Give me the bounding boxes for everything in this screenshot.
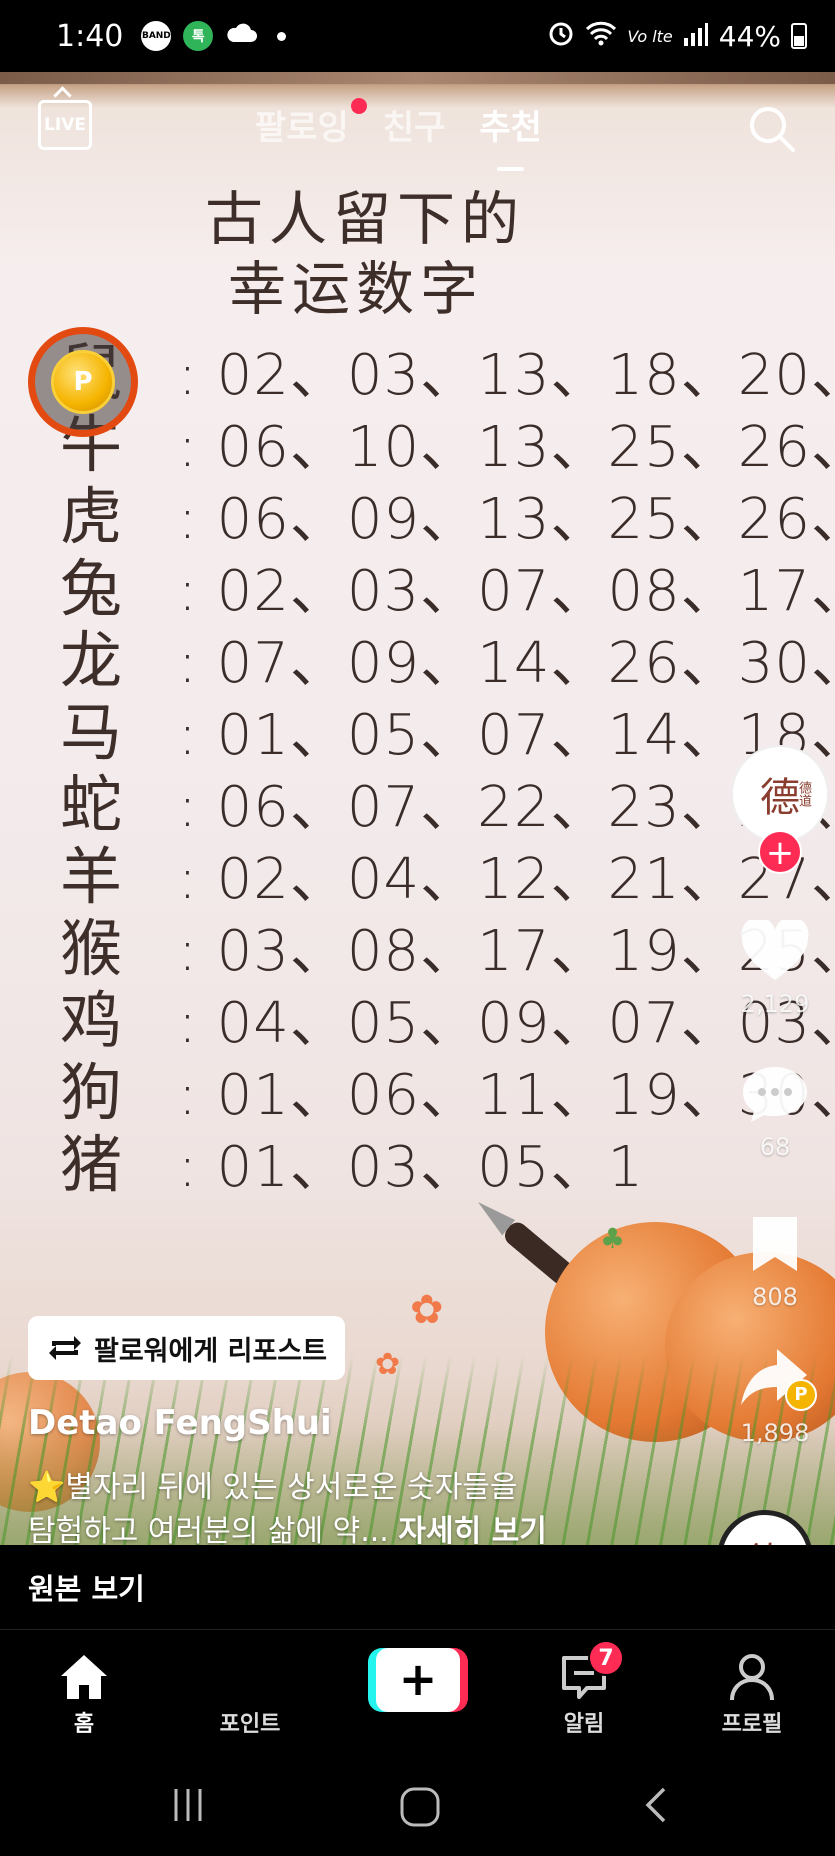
back-icon[interactable] (640, 1785, 670, 1825)
nav-profile[interactable]: 프로필 (692, 1644, 812, 1738)
battery-percent: 44% (718, 19, 781, 53)
share-count: 1,898 (740, 1419, 810, 1447)
create-button[interactable]: + (368, 1648, 468, 1712)
tab-friends[interactable]: 친구 (383, 100, 446, 149)
post-caption: ⭐별자리 뒤에 있는 상서로운 숫자들을 탐험하고 여러분의 삶에 약... 자… (28, 1470, 547, 1549)
kakaotalk-notification-icon: 톡 (183, 21, 214, 51)
points-badge-icon: P (785, 1379, 817, 1411)
inbox-badge: 7 (588, 1640, 624, 1676)
clover-decoration: ♣ (600, 1222, 626, 1255)
author-name[interactable]: Detao FengShui (28, 1403, 332, 1443)
feed-tabs: 팔로잉 친구 추천 (255, 98, 542, 171)
bookmark-icon (753, 1217, 797, 1271)
repost-icon (49, 1336, 81, 1360)
wifi-icon (585, 20, 617, 53)
comment-button[interactable]: 68 (715, 1063, 835, 1161)
bottom-nav: 홈 포인트 + 7 알림 프로필 (0, 1630, 835, 1755)
band-notification-icon: BAND (141, 21, 172, 51)
status-bar: 1:40 BAND 톡 Vo lte 44% (0, 0, 835, 72)
search-icon[interactable] (747, 104, 797, 154)
video-title-line2: 幸运数字 (228, 255, 485, 323)
view-original-bar[interactable]: 원본 보기 (0, 1545, 835, 1630)
more-notifications-dot (277, 31, 287, 41)
heart-icon (741, 917, 809, 980)
cloud-notification-icon (225, 20, 259, 53)
share-button[interactable]: P 1,898 (715, 1345, 835, 1447)
points-coin-button[interactable]: P (28, 327, 138, 437)
volte-label: Vo lte (627, 26, 673, 46)
like-button[interactable]: 2,129 (715, 917, 835, 1018)
comment-count: 68 (759, 1133, 791, 1161)
repost-to-followers-button[interactable]: 팔로워에게 리포스트 (28, 1316, 345, 1380)
battery-icon (791, 23, 807, 49)
zodiac-row: 猪: 01、03、05、1 (60, 1128, 645, 1201)
status-time: 1:40 (56, 18, 124, 54)
bookmark-count: 808 (752, 1283, 798, 1311)
new-content-dot (350, 98, 367, 114)
tab-following[interactable]: 팔로잉 (255, 98, 367, 149)
profile-icon (730, 1654, 774, 1701)
alarm-icon (547, 19, 575, 54)
home-icon (61, 1655, 107, 1699)
tab-for-you[interactable]: 추천 (479, 100, 542, 171)
system-nav-bar (0, 1755, 835, 1856)
comment-icon (743, 1067, 807, 1122)
bookmark-button[interactable]: 808 (715, 1213, 835, 1311)
nav-points[interactable]: 포인트 (190, 1644, 310, 1738)
plus-icon: + (376, 1648, 460, 1712)
like-count: 2,129 (740, 990, 810, 1018)
flower-decoration: ✿ (410, 1287, 444, 1333)
coin-icon: P (51, 350, 115, 414)
creator-avatar[interactable]: 德 德道 (731, 745, 829, 843)
nav-inbox[interactable]: 7 알림 (524, 1640, 644, 1738)
see-more-link[interactable]: 자세히 보기 (398, 1514, 546, 1549)
signal-icon (683, 20, 709, 53)
live-button[interactable]: LIVE (38, 100, 92, 150)
home-system-icon[interactable] (398, 1785, 442, 1829)
recent-apps-icon[interactable] (168, 1785, 208, 1825)
follow-button[interactable]: + (758, 830, 802, 874)
nav-home[interactable]: 홈 (24, 1644, 144, 1738)
